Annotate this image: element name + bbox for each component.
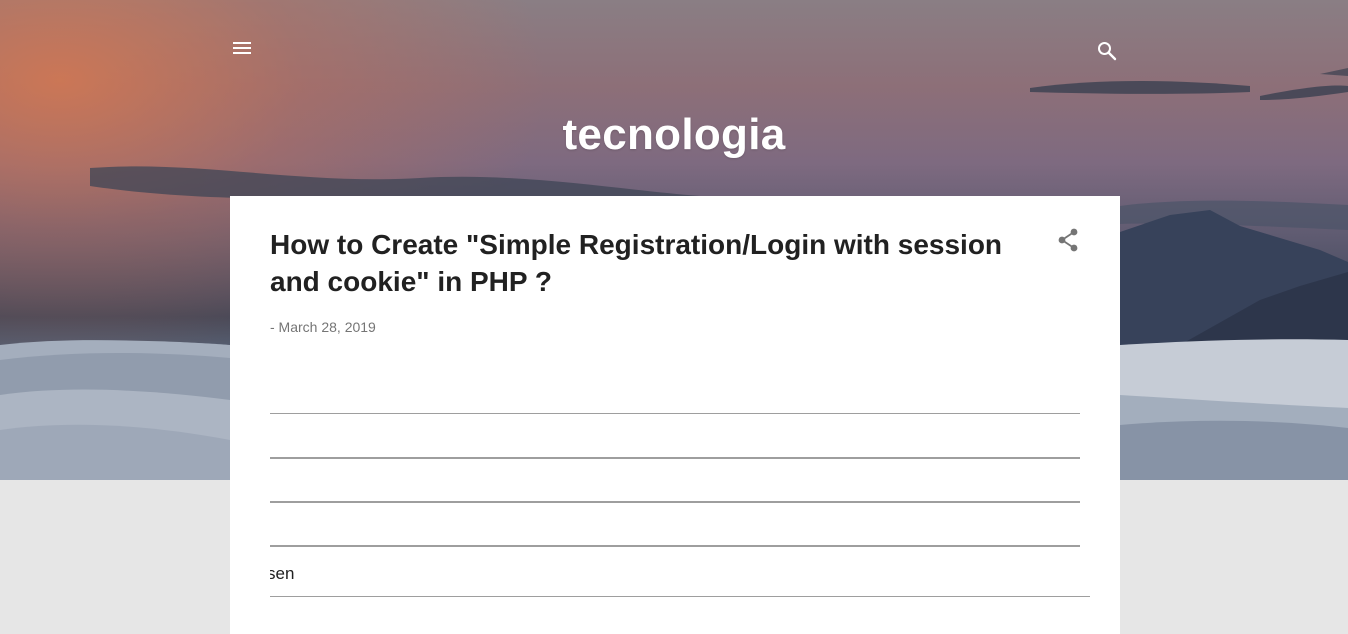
hamburger-menu-icon[interactable]	[226, 32, 258, 64]
post-snippet: sen	[270, 556, 1090, 592]
snippet-text: sen	[270, 564, 295, 583]
post-date[interactable]: - March 28, 2019	[270, 319, 376, 335]
divider-line	[270, 501, 1080, 503]
search-icon[interactable]	[1091, 35, 1123, 67]
post-title[interactable]: How to Create "Simple Registration/Login…	[270, 226, 1030, 300]
divider-line	[270, 545, 1080, 547]
post-card: How to Create "Simple Registration/Login…	[230, 196, 1120, 634]
blog-title[interactable]: tecnologia	[0, 110, 1348, 160]
divider-line	[270, 413, 1080, 414]
divider-line	[270, 457, 1080, 459]
share-icon[interactable]	[1052, 224, 1084, 256]
divider-line	[270, 596, 1090, 597]
